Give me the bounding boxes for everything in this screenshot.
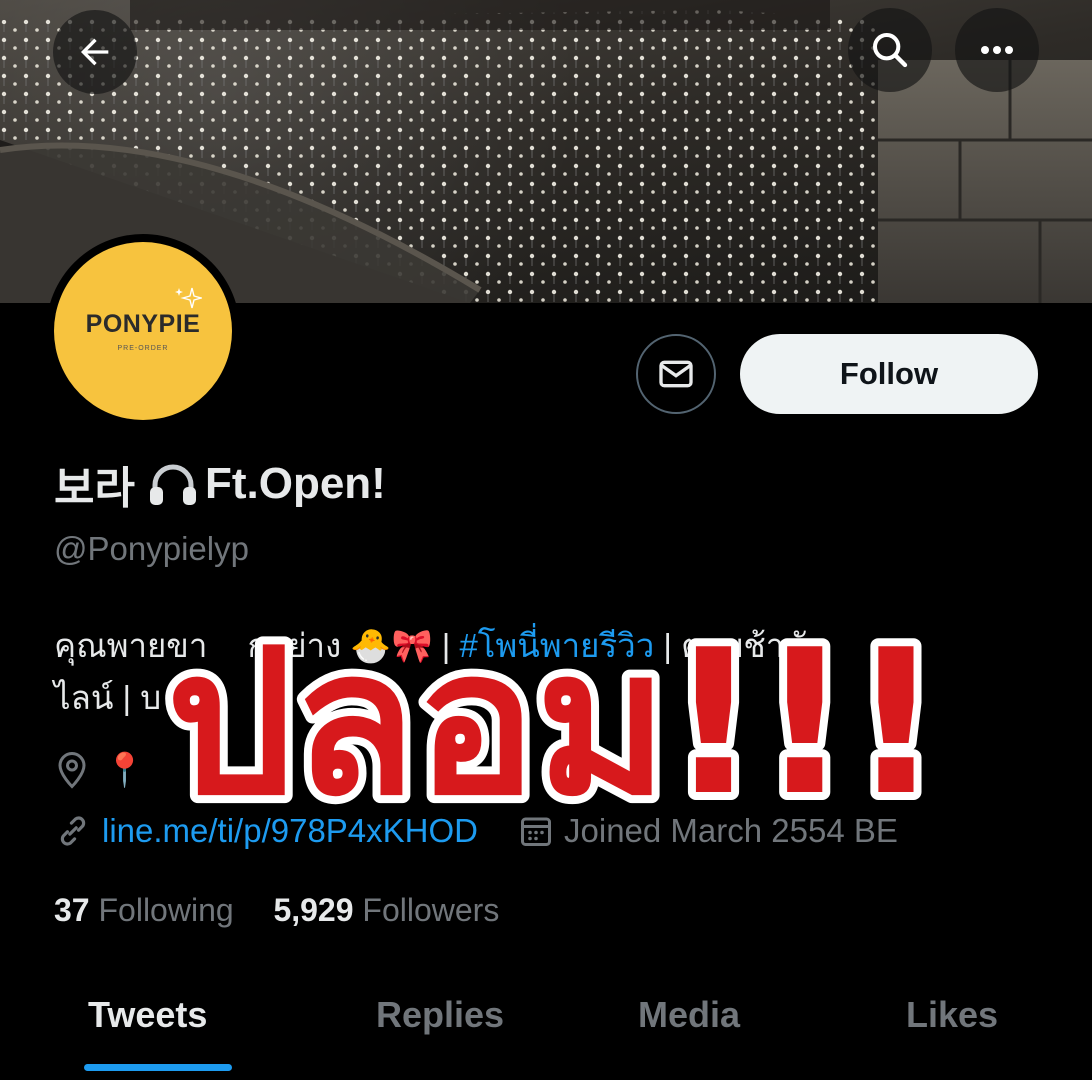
user-handle: @Ponypielyp [54,530,249,567]
search-icon [873,33,908,68]
message-button[interactable] [636,334,716,414]
tab-likes[interactable]: Likes [906,994,998,1036]
location-pin-icon [58,751,86,789]
fake-warning-text: ปลอม!!! [158,599,949,848]
profile-tabs: Tweets Replies Media Likes [0,980,1092,1080]
follow-button[interactable]: Follow [740,334,1038,414]
avatar-subtitle: PRE-ORDER [117,345,169,352]
back-button[interactable] [53,10,137,94]
avatar-brand: PONYPIE [85,310,201,338]
active-tab-indicator [84,1064,232,1071]
display-name-text: Ft.Open! [204,459,386,508]
headphones-icon [149,464,196,505]
mail-icon [659,360,693,388]
svg-text:ปลอม!!!: ปลอม!!! [166,607,941,840]
profile-location: 📍 [54,750,145,790]
profile-avatar[interactable]: PONYPIE PRE-ORDER [46,234,240,428]
display-name-korean: 보라 [54,464,135,513]
sparkle-icon [175,287,202,309]
fake-warning-overlay: ปลอม!!! [134,599,974,848]
followers-link[interactable]: 5,929 Followers [273,892,499,928]
more-horizontal-icon [981,46,1013,54]
more-button[interactable] [955,8,1039,92]
display-name: 보라 Ft.Open! [54,452,386,516]
tab-replies[interactable]: Replies [376,994,504,1036]
tab-tweets[interactable]: Tweets [88,994,207,1036]
search-button[interactable] [848,8,932,92]
follow-stats: 37 Following 5,929 Followers [54,892,499,929]
following-link[interactable]: 37 Following [54,892,234,928]
tab-media[interactable]: Media [638,994,740,1036]
link-icon [60,816,86,846]
avatar-logo: PONYPIE PRE-ORDER [54,242,232,420]
arrow-left-icon [81,38,109,66]
